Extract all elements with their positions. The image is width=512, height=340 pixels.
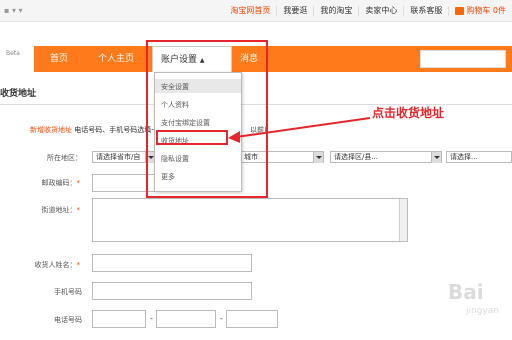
jingyan-watermark: jingyan xyxy=(466,306,499,316)
annotation-text: 点击收货地址 xyxy=(372,106,445,120)
annotation-arrow xyxy=(228,117,371,143)
baidu-watermark: Bai xyxy=(448,280,484,304)
